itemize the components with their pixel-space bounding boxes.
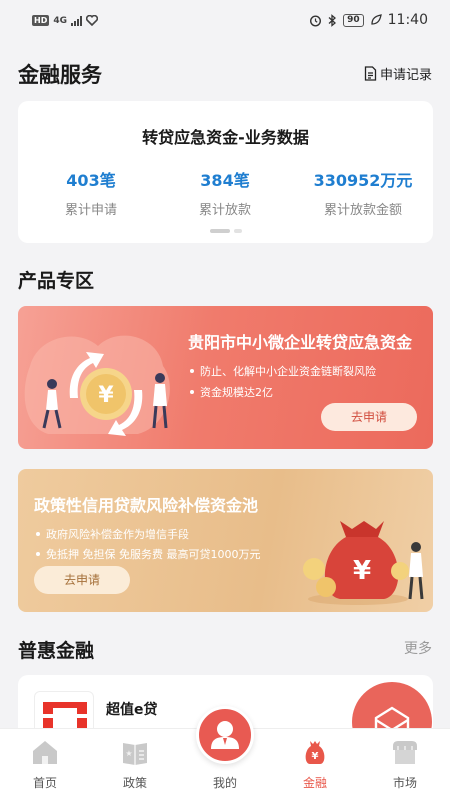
application-record-link[interactable]: 申请记录 (364, 64, 432, 83)
status-right: 90 11:40 (309, 12, 428, 28)
product-name: 超值e贷 (106, 702, 158, 718)
business-illustration-icon: ¥ (24, 335, 170, 436)
clock-time: 11:40 (387, 12, 428, 28)
tab-label: 市场 (392, 776, 417, 790)
apply-button[interactable]: 去申请 (321, 403, 417, 431)
bluetooth-icon (328, 13, 337, 27)
alarm-icon (310, 14, 322, 27)
heart-icon (86, 15, 98, 26)
bullet-text: 免抵押 免担保 免服务费 最高可贷1000万元 (46, 548, 261, 561)
leaf-icon (370, 14, 382, 25)
user-avatar-icon (211, 721, 239, 749)
banner-bullet: 资金规模达2亿 (190, 384, 273, 400)
bullet-dot (190, 369, 194, 373)
stat-label: 累计放款 (198, 203, 251, 218)
tab-label: 金融 (302, 776, 327, 790)
stat-loans: 384笔 累计放款 (156, 167, 294, 218)
signal-icon (71, 15, 82, 26)
stat-loan-amount: 330952万元 累计放款金额 (294, 167, 432, 218)
more-link[interactable]: 更多 (404, 638, 432, 658)
tab-label: 政策 (122, 776, 147, 790)
carousel-dot-active (209, 229, 230, 233)
bullet-text: 政府风险补偿金作为增信手段 (46, 528, 189, 541)
stat-value: 403笔 (66, 171, 116, 190)
tab-market[interactable]: 市场 (360, 729, 450, 800)
network-type: 4G (53, 15, 67, 26)
stat-value: 330952万元 (313, 171, 413, 190)
banner-bullet: 政府风险补偿金作为增信手段 (36, 526, 189, 542)
products-section-title: 产品专区 (18, 270, 95, 292)
banner-title: 政策性信用贷款风险补偿资金池 (34, 496, 259, 515)
stat-value: 384笔 (200, 171, 250, 190)
tab-policy[interactable]: ★ 政策 (90, 729, 180, 800)
bullet-dot (36, 532, 40, 536)
apply-button[interactable]: 去申请 (34, 566, 130, 594)
business-stats-card[interactable]: 转贷应急资金-业务数据 403笔 累计申请 384笔 累计放款 330952万元… (18, 101, 433, 243)
stats-card-title: 转贷应急资金-业务数据 (142, 128, 309, 147)
carousel-indicator (18, 229, 433, 233)
banner-title: 贵阳市中小微企业转贷应急资金 (188, 333, 413, 352)
carousel-dot (233, 229, 242, 233)
status-left: HD 4G (32, 15, 98, 26)
banner-bullet: 防止、化解中小企业资金链断裂风险 (190, 363, 376, 379)
banner-bullet: 免抵押 免担保 免服务费 最高可贷1000万元 (36, 546, 260, 562)
tab-finance[interactable]: ¥ 金融 (270, 729, 360, 800)
profile-center-button[interactable] (196, 706, 254, 764)
bullet-dot (36, 552, 40, 556)
svg-text:¥: ¥ (312, 751, 319, 762)
hd-badge: HD (32, 15, 50, 26)
application-record-label: 申请记录 (379, 68, 432, 83)
stat-applications: 403笔 累计申请 (22, 167, 160, 218)
svg-text:¥: ¥ (98, 383, 114, 408)
tab-label: 首页 (32, 776, 57, 790)
stat-label: 累计放款金额 (323, 203, 402, 218)
status-bar: HD 4G 90 11:40 (0, 0, 450, 44)
battery-indicator: 90 (343, 13, 364, 27)
banner-risk-compensation[interactable]: 政策性信用贷款风险补偿资金池 政府风险补偿金作为增信手段 免抵押 免担保 免服务… (18, 469, 433, 612)
page-title: 金融服务 (18, 63, 102, 87)
svg-text:¥: ¥ (353, 556, 371, 586)
bullet-text: 资金规模达2亿 (200, 386, 273, 399)
tab-label: 我的 (212, 776, 237, 790)
tab-home[interactable]: 首页 (0, 729, 90, 800)
bullet-text: 防止、化解中小企业资金链断裂风险 (200, 365, 376, 378)
market-store-icon (393, 741, 417, 764)
home-icon (33, 741, 57, 764)
svg-text:★: ★ (125, 749, 132, 758)
policy-book-icon: ★ (123, 743, 147, 765)
document-icon (364, 66, 377, 81)
money-bag-illustration-icon: ¥ (303, 521, 424, 605)
stat-label: 累计申请 (64, 203, 117, 218)
inclusive-finance-title: 普惠金融 (18, 640, 95, 662)
bullet-dot (190, 390, 194, 394)
money-bag-icon: ¥ (305, 741, 325, 764)
banner-emergency-fund[interactable]: ¥ 贵阳市中小微企业转贷应急资金 防止、化解中小企业资金链断裂风险 资金规模达2… (18, 306, 433, 449)
